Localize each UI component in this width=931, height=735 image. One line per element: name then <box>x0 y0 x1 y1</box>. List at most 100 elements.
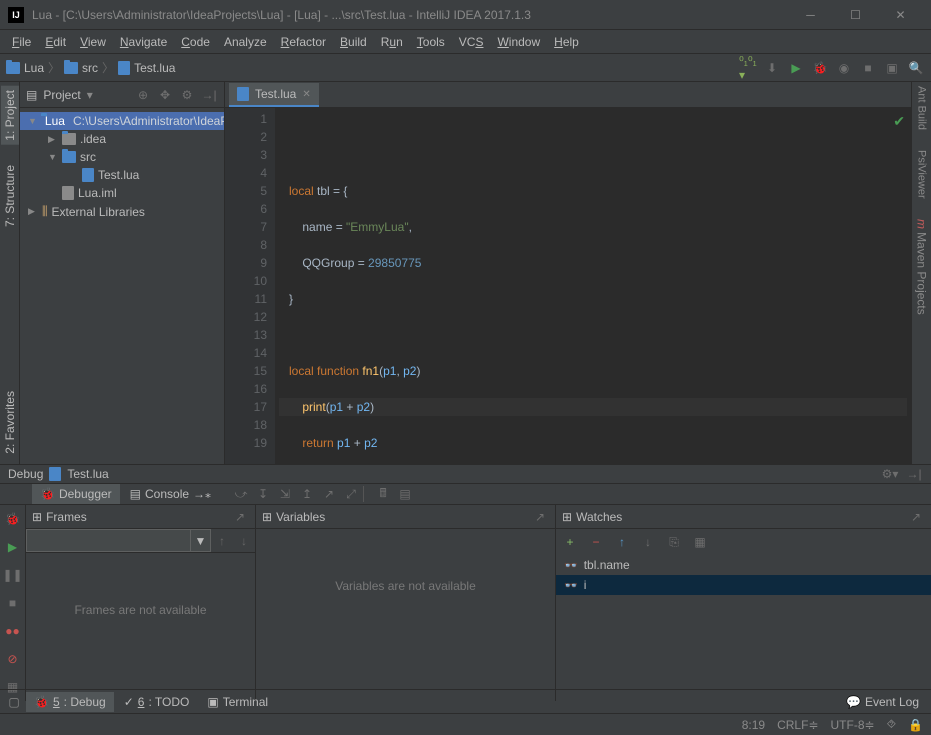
file-icon <box>62 186 74 200</box>
thread-dropdown[interactable]: ▼ <box>191 529 211 552</box>
cursor-position[interactable]: 8:19 <box>742 718 765 732</box>
watches-title: Watches <box>576 510 622 524</box>
menu-tools[interactable]: Tools <box>411 33 451 51</box>
maximize-button[interactable]: ☐ <box>833 1 878 29</box>
rerun-icon[interactable]: 🐞 <box>3 509 23 529</box>
rail-project[interactable]: 1: Project <box>1 86 19 145</box>
close-tab-icon[interactable]: ✕ <box>302 89 310 100</box>
minimize-button[interactable]: ─ <box>788 1 833 29</box>
window-title: Lua - [C:\Users\Administrator\IdeaProjec… <box>32 8 788 22</box>
settings-icon[interactable]: ⚙ <box>178 86 196 104</box>
breadcrumb-root[interactable]: Lua <box>6 61 44 75</box>
collapse-icon[interactable]: ⊕ <box>134 86 152 104</box>
watch-item-i[interactable]: 👓i <box>556 575 931 595</box>
tree-root[interactable]: ▼ Lua C:\Users\Administrator\IdeaProject… <box>20 112 224 130</box>
menu-vcs[interactable]: VCS <box>453 33 490 51</box>
tree-idea[interactable]: ▶.idea <box>20 130 224 148</box>
build-icon[interactable]: ⬇ <box>763 59 781 77</box>
stop-icon[interactable]: ■ <box>859 59 877 77</box>
menu-analyze[interactable]: Analyze <box>218 33 273 51</box>
step-over-icon[interactable]: ⤻ <box>231 484 251 504</box>
remove-watch-icon[interactable]: − <box>586 532 606 552</box>
watch-item-tblname[interactable]: 👓tbl.name <box>556 555 931 575</box>
tree-src[interactable]: ▼src <box>20 148 224 166</box>
menu-code[interactable]: Code <box>175 33 216 51</box>
restore-watches-icon[interactable]: ↗ <box>907 508 925 526</box>
breadcrumb: Lua 〉 src 〉 Test.lua <box>6 59 175 76</box>
run-to-cursor-icon[interactable]: ↗ <box>319 484 339 504</box>
file-encoding[interactable]: UTF-8≑ <box>831 718 875 732</box>
rail-favorites[interactable]: 2: Favorites <box>3 391 17 454</box>
hide-icon[interactable]: →| <box>200 86 218 104</box>
prev-frame-icon[interactable]: ↑ <box>211 529 233 552</box>
hide-debug-icon[interactable]: →| <box>905 465 923 483</box>
rail-ant[interactable]: Ant Build <box>916 86 928 130</box>
gear-icon[interactable]: ⚙▾ <box>881 465 899 483</box>
add-watch-icon[interactable]: + <box>560 532 580 552</box>
project-tree: ▼ Lua C:\Users\Administrator\IdeaProject… <box>20 108 224 225</box>
variables-pane: ⊞Variables ↗ Variables are not available <box>256 505 556 701</box>
menu-refactor[interactable]: Refactor <box>275 33 332 51</box>
run-icon[interactable]: ▶ <box>787 59 805 77</box>
right-tool-rail: Ant Build PsiViewer m Maven Projects <box>911 82 931 464</box>
menu-view[interactable]: View <box>74 33 112 51</box>
next-frame-icon[interactable]: ↓ <box>233 529 255 552</box>
bottom-todo[interactable]: ✓6: TODO <box>116 692 198 712</box>
breadcrumb-src[interactable]: src <box>64 61 98 75</box>
search-icon[interactable]: 🔍 <box>907 59 925 77</box>
restore-frames-icon[interactable]: ↗ <box>231 508 249 526</box>
restore-vars-icon[interactable]: ↗ <box>531 508 549 526</box>
menu-window[interactable]: Window <box>491 33 546 51</box>
menu-run[interactable]: Run <box>375 33 409 51</box>
watch-down-icon[interactable]: ↓ <box>638 532 658 552</box>
view-breakpoints-icon[interactable]: ●● <box>3 621 23 641</box>
close-button[interactable]: ✕ <box>878 1 923 29</box>
evaluate-icon[interactable]: ⤢ <box>341 484 361 504</box>
evaluate-expr-icon[interactable]: 🖩 <box>373 484 393 504</box>
editor-tab-testlua[interactable]: Test.lua ✕ <box>229 83 319 107</box>
bottom-eventlog[interactable]: 💬Event Log <box>838 692 927 712</box>
debugger-tab[interactable]: 🐞Debugger <box>32 484 120 504</box>
locate-icon[interactable]: ✥ <box>156 86 174 104</box>
tree-testlua[interactable]: Test.lua <box>20 166 224 184</box>
step-into-icon[interactable]: ↧ <box>253 484 273 504</box>
tool-window-quick-access[interactable]: ▢ <box>4 695 24 709</box>
editor-body[interactable]: 12345678910111213141516171819 ✔ local tb… <box>225 108 911 464</box>
pause-icon[interactable]: ❚❚ <box>3 565 23 585</box>
menu-help[interactable]: Help <box>548 33 585 51</box>
stop-debug-icon[interactable]: ■ <box>3 593 23 613</box>
lock-icon[interactable]: 🔒 <box>908 718 923 732</box>
tree-external[interactable]: ▶⫼External Libraries <box>20 202 224 221</box>
breadcrumb-file[interactable]: Test.lua <box>118 61 175 75</box>
rail-maven[interactable]: m Maven Projects <box>915 219 929 315</box>
console-tab[interactable]: ▤Console →⁎ <box>122 484 219 504</box>
file-icon <box>82 168 94 182</box>
show-watches-icon[interactable]: ▦ <box>690 532 710 552</box>
bottom-terminal[interactable]: ▣Terminal <box>199 692 276 712</box>
step-out-icon[interactable]: ↥ <box>297 484 317 504</box>
menu-navigate[interactable]: Navigate <box>114 33 173 51</box>
force-step-icon[interactable]: ⇲ <box>275 484 295 504</box>
coverage-icon[interactable]: ◉ <box>835 59 853 77</box>
frames-pane: ⊞Frames ↗ ▼ ↑ ↓ Frames are not available <box>26 505 256 701</box>
file-icon <box>118 61 130 75</box>
layout-icon[interactable]: ▣ <box>883 59 901 77</box>
menu-build[interactable]: Build <box>334 33 373 51</box>
thread-selector[interactable] <box>26 529 191 552</box>
mute-breakpoints-icon[interactable]: ⊘ <box>3 649 23 669</box>
menu-file[interactable]: File <box>6 33 37 51</box>
watch-up-icon[interactable]: ↑ <box>612 532 632 552</box>
duplicate-watch-icon[interactable]: ⎘ <box>664 532 684 552</box>
more-icon[interactable]: ▤ <box>395 484 415 504</box>
tree-iml[interactable]: Lua.iml <box>20 184 224 202</box>
run-config-icon[interactable]: ⁰₁⁰₁ ▾ <box>739 59 757 77</box>
menu-edit[interactable]: Edit <box>39 33 72 51</box>
line-separator[interactable]: CRLF≑ <box>777 718 818 732</box>
rail-structure[interactable]: 7: Structure <box>3 165 17 227</box>
code-content[interactable]: ✔ local tbl = { name = "EmmyLua", QQGrou… <box>275 108 911 464</box>
resume-icon[interactable]: ▶ <box>3 537 23 557</box>
debug-icon[interactable]: 🐞 <box>811 59 829 77</box>
insert-context-icon[interactable]: ⯑ <box>887 717 896 732</box>
bottom-debug[interactable]: 🐞5: 5: DebugDebug <box>26 692 114 712</box>
rail-psi[interactable]: PsiViewer <box>916 150 928 199</box>
